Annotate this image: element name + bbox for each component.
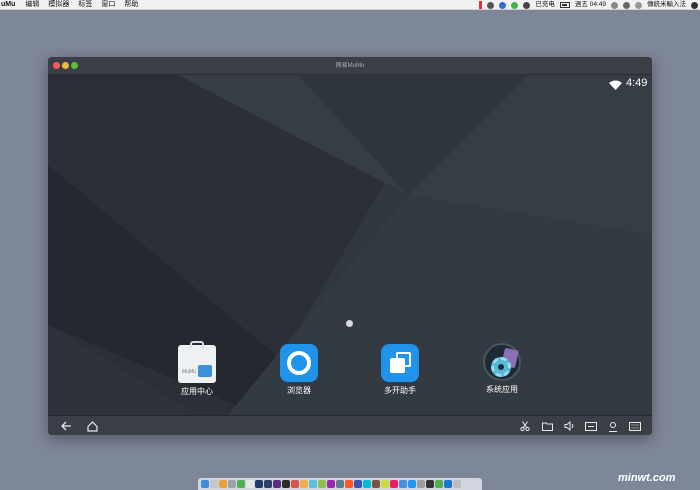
- photoshop-icon[interactable]: [255, 480, 263, 488]
- wallpaper: [48, 75, 652, 415]
- menubar-clock[interactable]: 週五 04:49: [575, 0, 606, 10]
- mumu-window: 网易MuMu 4:49 MuMu 应用中心 浏览器 多开助手 系统应用: [48, 57, 652, 435]
- dock-app-icon[interactable]: [282, 480, 290, 488]
- spotlight-search-icon[interactable]: [611, 1, 618, 9]
- finder-icon[interactable]: [201, 480, 209, 488]
- dock-app-icon[interactable]: [237, 480, 245, 488]
- android-wifi-icon: [609, 80, 622, 90]
- app-label: 系统应用: [486, 385, 518, 394]
- multi-open-icon: [381, 344, 419, 382]
- line-icon[interactable]: [511, 1, 519, 9]
- dock-app-icon[interactable]: [327, 480, 335, 488]
- dock-app-icon[interactable]: [354, 480, 362, 488]
- system-apps-icon: [483, 343, 521, 381]
- mac-menubar: uMu 编辑 模拟器 标签 窗口 帮助 已充电 週五 04:49 傳統米輸入法: [0, 0, 700, 10]
- dock-app-icon[interactable]: [417, 480, 425, 488]
- android-status-time: 4:49: [626, 77, 648, 89]
- notification-icon[interactable]: [623, 1, 630, 9]
- tray-app-icon-3[interactable]: [523, 1, 531, 9]
- wifi-icon[interactable]: [635, 1, 642, 9]
- app-label: 应用中心: [181, 387, 213, 396]
- app-multi-open[interactable]: 多开助手: [368, 344, 432, 396]
- scissors-icon[interactable]: [518, 419, 532, 433]
- dock-app-icon[interactable]: [336, 480, 344, 488]
- menu-edit[interactable]: 编辑: [25, 0, 39, 10]
- tray-app-icon-1[interactable]: [487, 1, 495, 9]
- mac-dock: [198, 478, 482, 490]
- apk-install-icon[interactable]: [584, 419, 598, 433]
- dock-app-icon[interactable]: [390, 480, 398, 488]
- tray-app-icon-2[interactable]: [499, 1, 507, 9]
- watermark: minwt.com: [618, 472, 676, 484]
- android-screen[interactable]: 4:49 MuMu 应用中心 浏览器 多开助手 系统应用: [48, 75, 652, 415]
- app-app-center[interactable]: MuMu 应用中心: [165, 341, 229, 397]
- dock-app-icon[interactable]: [372, 480, 380, 488]
- app-browser[interactable]: 浏览器: [267, 344, 331, 396]
- app-label: 多开助手: [384, 386, 416, 395]
- menu-emulator[interactable]: 模拟器: [48, 0, 69, 10]
- dock-app-icon[interactable]: [228, 480, 236, 488]
- volume-icon[interactable]: [562, 419, 576, 433]
- dock-app-icon[interactable]: [291, 480, 299, 488]
- dock-app-icon[interactable]: [309, 480, 317, 488]
- dock-app-icon[interactable]: [345, 480, 353, 488]
- dock-app-icon[interactable]: [426, 480, 434, 488]
- charging-status[interactable]: 已充电: [535, 0, 555, 10]
- back-icon[interactable]: [59, 419, 73, 433]
- keyboard-icon[interactable]: [628, 419, 642, 433]
- page-indicator-dot: [346, 320, 353, 327]
- menu-window[interactable]: 窗口: [101, 0, 115, 10]
- record-indicator-icon[interactable]: [479, 1, 483, 9]
- location-icon[interactable]: [606, 419, 620, 433]
- window-titlebar[interactable]: 网易MuMu: [48, 57, 652, 75]
- emulator-navbar: [48, 415, 652, 435]
- trash-icon[interactable]: [453, 480, 461, 488]
- input-method[interactable]: 傳統米輸入法: [647, 0, 686, 10]
- dock-app-icon[interactable]: [381, 480, 389, 488]
- battery-icon[interactable]: [559, 2, 570, 8]
- dock-app-icon[interactable]: [273, 480, 281, 488]
- dock-app-icon[interactable]: [435, 480, 443, 488]
- dock-app-icon[interactable]: [318, 480, 326, 488]
- browser-icon: [280, 344, 318, 382]
- dock-app-icon[interactable]: [408, 480, 416, 488]
- dock-app-icon[interactable]: [246, 480, 254, 488]
- window-title: 网易MuMu: [335, 63, 365, 69]
- menu-extra-icon[interactable]: [691, 1, 698, 9]
- dock-app-icon[interactable]: [444, 480, 452, 488]
- app-center-icon: MuMu: [178, 341, 216, 383]
- menubar-tray: 已充电 週五 04:49 傳統米輸入法: [479, 0, 698, 10]
- menu-tabs[interactable]: 标签: [78, 0, 92, 10]
- dock-app-icon[interactable]: [219, 480, 227, 488]
- folder-icon[interactable]: [540, 419, 554, 433]
- app-system-apps[interactable]: 系统应用: [470, 343, 534, 395]
- app-label: 浏览器: [287, 386, 311, 395]
- menubar-app-name[interactable]: uMu: [1, 0, 15, 10]
- menu-help[interactable]: 帮助: [124, 0, 138, 10]
- dock-app-icon[interactable]: [363, 480, 371, 488]
- launchpad-icon[interactable]: [210, 480, 218, 488]
- dock-app-icon[interactable]: [399, 480, 407, 488]
- dock-app-icon[interactable]: [264, 480, 272, 488]
- dock-app-icon[interactable]: [300, 480, 308, 488]
- home-icon[interactable]: [85, 419, 99, 433]
